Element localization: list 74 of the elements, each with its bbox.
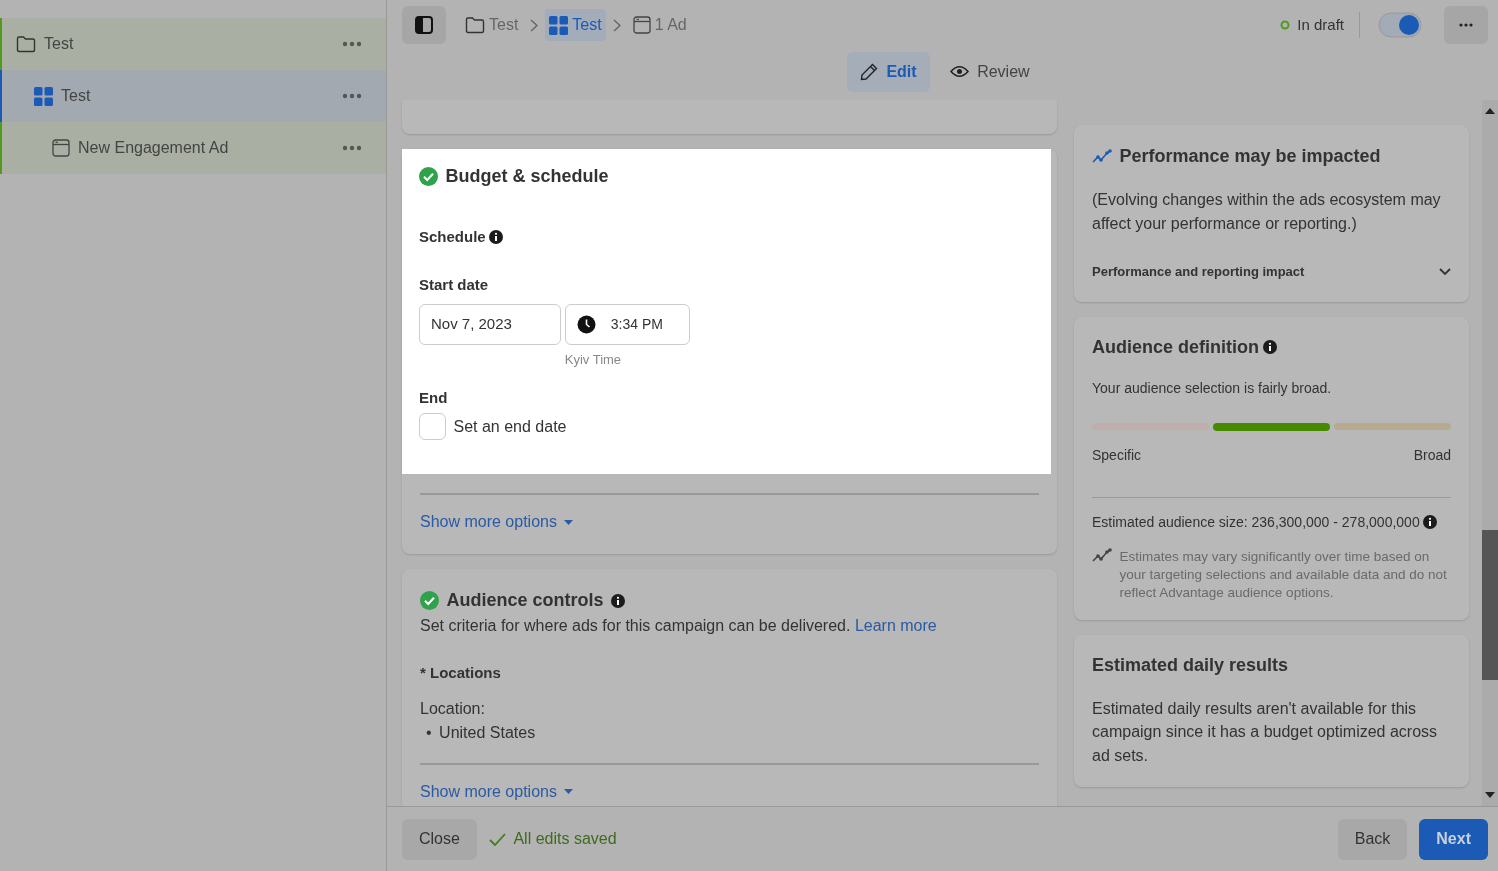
card-title: Performance may be impacted — [1119, 145, 1381, 168]
field-label: End — [419, 388, 449, 408]
breadcrumb-link[interactable]: Test — [461, 9, 523, 41]
end-date-checkbox[interactable]: Set an end date — [419, 413, 1033, 441]
field-label: Location: — [420, 698, 486, 719]
trend-icon — [1092, 148, 1112, 165]
show-more-link[interactable]: Show more options — [420, 779, 574, 804]
info-icon[interactable] — [489, 230, 504, 245]
checkmark-icon — [488, 832, 506, 846]
breadcrumb-link[interactable]: Test — [545, 9, 606, 41]
info-icon[interactable] — [1423, 515, 1438, 529]
trend-icon — [1092, 547, 1112, 564]
audience-size-text: Estimated audience size: 236,300,000 - 278,000,000 — [1092, 512, 1420, 532]
meter-label: Broad — [1413, 445, 1451, 465]
chevron-right-icon — [529, 18, 538, 32]
save-status: All edits saved — [513, 829, 617, 849]
close-button[interactable]: Close — [402, 818, 477, 860]
clock-icon — [576, 314, 596, 334]
tree-item[interactable]: Test — [0, 70, 386, 122]
next-button[interactable]: Next — [1419, 818, 1488, 860]
location-item: United States — [439, 722, 536, 743]
folder-icon — [16, 35, 36, 53]
scrollbar-thumb[interactable] — [1482, 530, 1498, 680]
section-title: Budget & schedule — [445, 165, 609, 188]
tree-item[interactable]: New Engagement Ad — [0, 122, 386, 174]
grid-icon — [34, 86, 53, 106]
card-text: (Evolving changes within the ads ecosystem may affect your performance or reporting.) — [1092, 190, 1442, 234]
back-button[interactable]: Back — [1337, 818, 1408, 860]
sidebar-icon — [415, 16, 433, 34]
status-label: In draft — [1297, 14, 1344, 35]
section-title: Audience controls — [446, 589, 604, 613]
description-text: Set criteria for where ads for this campaign can be delivered. Learn more — [420, 616, 938, 637]
card-title: Audience definition — [1092, 335, 1259, 359]
info-icon[interactable] — [611, 593, 626, 608]
tab[interactable]: Edit — [847, 51, 930, 92]
grid-icon — [549, 15, 569, 35]
field-label: * Locations — [420, 663, 502, 684]
field-label: Start date — [419, 274, 490, 295]
note-text: Estimates may vary significantly over time based on your targeting selections and available data and do not reflect Advantage audience options. — [1119, 547, 1448, 602]
caret-icon — [564, 519, 574, 525]
toggle-switch[interactable] — [1377, 12, 1422, 38]
bullet: • — [426, 722, 432, 743]
chevron-down-icon — [1439, 267, 1451, 276]
chevron-right-icon — [613, 18, 622, 32]
pencil-icon — [860, 62, 879, 81]
show-more-link[interactable]: Show more options — [420, 510, 574, 535]
date-field[interactable]: Nov 7, 2023 — [419, 303, 561, 345]
card-title: Estimated daily results — [1092, 654, 1290, 678]
window-icon — [52, 139, 70, 157]
window-icon — [632, 16, 651, 34]
more-icon[interactable] — [342, 145, 362, 151]
tab[interactable]: Review — [937, 51, 1043, 92]
info-icon[interactable] — [1262, 340, 1277, 354]
time-field[interactable]: 3:34 PM — [564, 303, 690, 345]
learn-more-link[interactable]: Learn more — [854, 617, 937, 635]
sidebar-toggle-button[interactable] — [402, 6, 446, 44]
meter-label: Specific — [1092, 445, 1142, 465]
more-icon[interactable] — [342, 93, 362, 99]
eye-icon — [950, 65, 970, 78]
timezone-label: Kyiv Time — [564, 350, 623, 369]
scrollbar[interactable] — [1482, 100, 1498, 806]
card-text: Estimated daily results aren't available for this campaign since it has a budget optimized across ad sets. — [1092, 699, 1439, 766]
scroll-up-icon[interactable] — [1485, 108, 1495, 114]
card-text: Your audience selection is fairly broad. — [1092, 378, 1333, 398]
impact-dropdown[interactable]: Performance and reporting impact — [1092, 262, 1451, 282]
caret-icon — [564, 789, 574, 795]
status-dot — [1279, 20, 1290, 30]
more-icon[interactable] — [342, 41, 362, 47]
more-icon — [1459, 23, 1473, 27]
scroll-down-icon[interactable] — [1485, 792, 1495, 798]
field-label: Schedule — [419, 227, 486, 247]
tree-item[interactable]: Test — [0, 18, 386, 70]
breadcrumb-link[interactable]: 1 Ad — [628, 9, 691, 41]
folder-icon — [465, 16, 485, 34]
